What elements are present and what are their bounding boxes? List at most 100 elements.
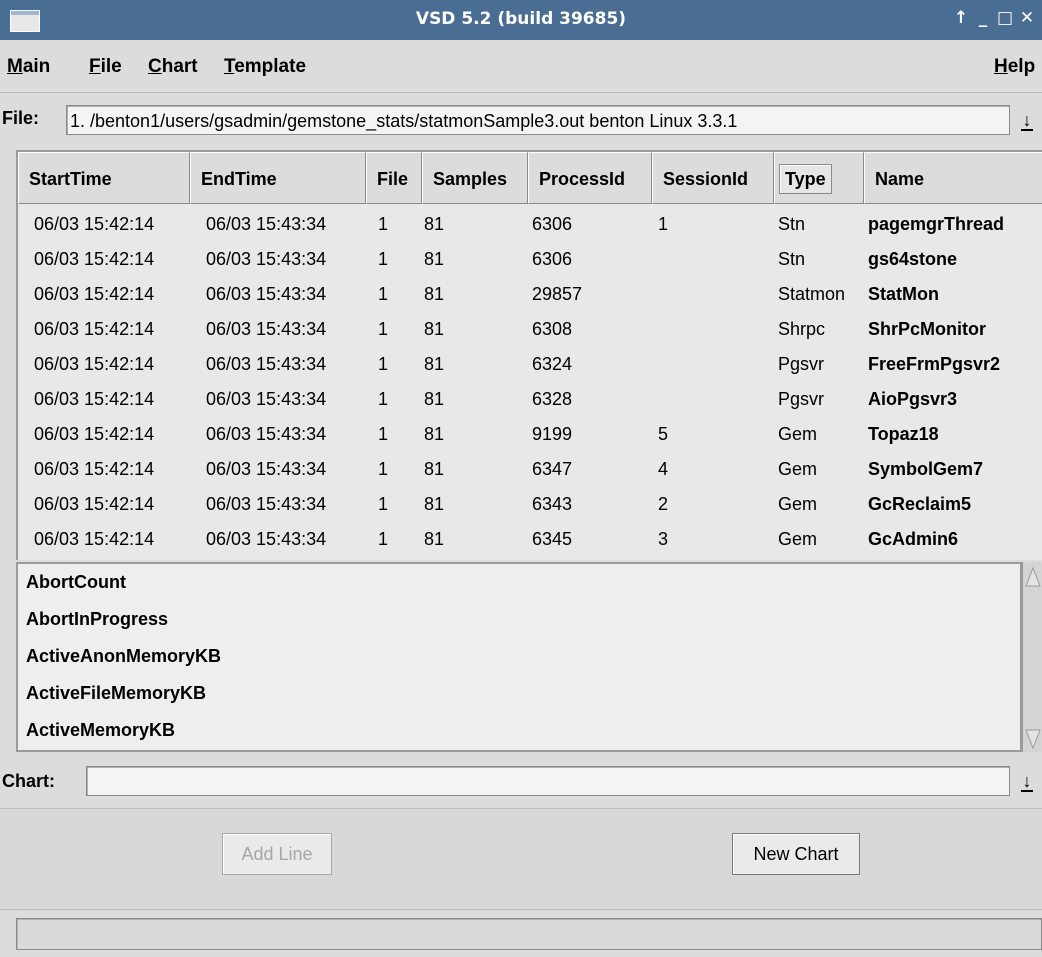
cell-samples: 81 bbox=[424, 354, 445, 374]
table-row[interactable]: 06/03 15:42:14 06/03 15:43:34 1 81 6328 Pgsvr… bbox=[18, 383, 1042, 418]
table-row[interactable]: 06/03 15:42:14 06/03 15:43:34 1 81 9199 5 Gem T… bbox=[18, 418, 1042, 453]
cell-starttime: 06/03 15:42:14 bbox=[34, 389, 155, 409]
cell-file: 1 bbox=[378, 494, 389, 514]
table-row[interactable]: 06/03 15:42:14 06/03 15:43:34 1 81 6306 1 Stn p… bbox=[18, 208, 1042, 243]
column-processid[interactable]: ProcessId bbox=[528, 152, 652, 204]
cell-file: 1 bbox=[378, 529, 389, 549]
column-samples[interactable]: Samples bbox=[422, 152, 528, 204]
table-header: StartTime EndTime File Samples ProcessId… bbox=[18, 152, 1042, 208]
cell-endtime: 06/03 15:43:34 bbox=[206, 459, 327, 479]
list-item[interactable]: ActiveAnonMemoryKB bbox=[26, 646, 221, 667]
column-name[interactable]: Name bbox=[864, 152, 1042, 204]
column-type[interactable]: Type bbox=[774, 152, 864, 204]
table-row[interactable]: 06/03 15:42:14 06/03 15:43:34 1 81 6347 4 Gem S… bbox=[18, 453, 1042, 488]
cell-samples: 81 bbox=[424, 319, 445, 339]
scroll-up-arrow-icon[interactable] bbox=[1025, 566, 1041, 588]
chart-combo-field[interactable] bbox=[86, 766, 1010, 796]
cell-name: SymbolGem7 bbox=[868, 459, 984, 479]
cell-processid: 6343 bbox=[532, 494, 573, 514]
menu-chart[interactable]: Chart bbox=[148, 56, 198, 78]
table-row[interactable]: 06/03 15:42:14 06/03 15:43:34 1 81 6324 Pgsvr… bbox=[18, 348, 1042, 383]
cell-endtime: 06/03 15:43:34 bbox=[206, 424, 327, 444]
maximize-icon[interactable]: □ bbox=[994, 8, 1016, 28]
cell-processid: 6347 bbox=[532, 459, 573, 479]
file-selector-row: File: 1. /benton1/users/gsadmin/gemstone… bbox=[0, 94, 1042, 146]
table-row[interactable]: 06/03 15:42:14 06/03 15:43:34 1 81 29857 Stat… bbox=[18, 278, 1042, 313]
cell-processid: 6306 bbox=[532, 249, 573, 269]
cell-processid: 29857 bbox=[532, 284, 583, 304]
minimize-icon[interactable]: _ bbox=[972, 8, 994, 28]
cell-file: 1 bbox=[378, 459, 389, 479]
new-chart-button[interactable]: New Chart bbox=[732, 833, 860, 875]
cell-type: Gem bbox=[778, 494, 818, 514]
menu-help[interactable]: Help bbox=[994, 56, 1035, 78]
list-item[interactable]: AbortInProgress bbox=[26, 609, 168, 630]
cell-sessionid: 5 bbox=[658, 424, 669, 444]
menu-template[interactable]: Template bbox=[224, 56, 306, 78]
raise-icon[interactable]: ↑ bbox=[950, 8, 972, 28]
menu-main[interactable]: Main bbox=[7, 56, 50, 78]
cell-type: Shrpc bbox=[778, 319, 826, 339]
table-row[interactable]: 06/03 15:42:14 06/03 15:43:34 1 81 6308 Shrpc… bbox=[18, 313, 1042, 348]
title-bar[interactable]: VSD 5.2 (build 39685) ↑ _ □ ✕ bbox=[0, 0, 1042, 40]
cell-type: Pgsvr bbox=[778, 389, 825, 409]
cell-name: gs64stone bbox=[868, 249, 958, 269]
button-area: Add Line New Chart bbox=[0, 808, 1042, 910]
menu-file[interactable]: File bbox=[89, 56, 122, 78]
table-body: 06/03 15:42:14 06/03 15:43:34 1 81 6306 1 Stn p… bbox=[18, 208, 1042, 558]
cell-samples: 81 bbox=[424, 284, 445, 304]
cell-starttime: 06/03 15:42:14 bbox=[34, 354, 155, 374]
list-item[interactable]: ActiveMemoryKB bbox=[26, 720, 175, 741]
cell-name: GcReclaim5 bbox=[868, 494, 972, 514]
file-label: File: bbox=[2, 108, 40, 128]
cell-starttime: 06/03 15:42:14 bbox=[34, 459, 155, 479]
cell-file: 1 bbox=[378, 249, 389, 269]
cell-starttime: 06/03 15:42:14 bbox=[34, 529, 155, 549]
cell-starttime: 06/03 15:42:14 bbox=[34, 319, 155, 339]
statistics-scrollbar[interactable] bbox=[1022, 562, 1042, 752]
window-controls: ↑ _ □ ✕ bbox=[950, 8, 1038, 28]
cell-name: GcAdmin6 bbox=[868, 529, 959, 549]
cell-starttime: 06/03 15:42:14 bbox=[34, 494, 155, 514]
cell-samples: 81 bbox=[424, 424, 445, 444]
cell-sessionid: 1 bbox=[658, 214, 669, 234]
cell-samples: 81 bbox=[424, 389, 445, 409]
table-row[interactable]: 06/03 15:42:14 06/03 15:43:34 1 81 6343 2 Gem G… bbox=[18, 488, 1042, 523]
cell-starttime: 06/03 15:42:14 bbox=[34, 284, 155, 304]
table-row[interactable]: 06/03 15:42:14 06/03 15:43:34 1 81 6306 Stn gs… bbox=[18, 243, 1042, 278]
cell-name: AioPgsvr3 bbox=[868, 389, 958, 409]
file-dropdown-arrow-icon[interactable]: ↓ bbox=[1014, 105, 1040, 135]
add-line-button[interactable]: Add Line bbox=[222, 833, 332, 875]
cell-sessionid: 4 bbox=[658, 459, 669, 479]
column-file[interactable]: File bbox=[366, 152, 422, 204]
cell-processid: 9199 bbox=[532, 424, 573, 444]
cell-type: Stn bbox=[778, 214, 806, 234]
column-sessionid[interactable]: SessionId bbox=[652, 152, 774, 204]
cell-endtime: 06/03 15:43:34 bbox=[206, 389, 327, 409]
cell-file: 1 bbox=[378, 214, 389, 234]
column-starttime[interactable]: StartTime bbox=[18, 152, 190, 204]
cell-file: 1 bbox=[378, 284, 389, 304]
cell-processid: 6306 bbox=[532, 214, 573, 234]
chart-selector-row: Chart: ↓ bbox=[0, 756, 1042, 806]
scroll-down-arrow-icon[interactable] bbox=[1025, 728, 1041, 750]
cell-endtime: 06/03 15:43:34 bbox=[206, 319, 327, 339]
cell-name: pagemgrThread bbox=[868, 214, 1005, 234]
cell-endtime: 06/03 15:43:34 bbox=[206, 494, 327, 514]
cell-file: 1 bbox=[378, 424, 389, 444]
column-type-label: Type bbox=[779, 164, 832, 194]
table-row[interactable]: 06/03 15:42:14 06/03 15:43:34 1 81 6345 3 Gem G… bbox=[18, 523, 1042, 558]
list-item[interactable]: ActiveFileMemoryKB bbox=[26, 683, 206, 704]
statistics-list: AbortCount AbortInProgress ActiveAnonMemor… bbox=[16, 562, 1022, 752]
file-combo-field[interactable]: 1. /benton1/users/gsadmin/gemstone_stats… bbox=[66, 105, 1010, 135]
cell-name: Topaz18 bbox=[868, 424, 939, 444]
column-endtime[interactable]: EndTime bbox=[190, 152, 366, 204]
close-icon[interactable]: ✕ bbox=[1016, 8, 1038, 28]
chart-dropdown-arrow-icon[interactable]: ↓ bbox=[1014, 766, 1040, 796]
cell-name: FreeFrmPgsvr2 bbox=[868, 354, 1001, 374]
cell-endtime: 06/03 15:43:34 bbox=[206, 354, 327, 374]
cell-samples: 81 bbox=[424, 214, 445, 234]
list-item[interactable]: AbortCount bbox=[26, 572, 126, 593]
cell-processid: 6324 bbox=[532, 354, 573, 374]
cell-type: Stn bbox=[778, 249, 806, 269]
